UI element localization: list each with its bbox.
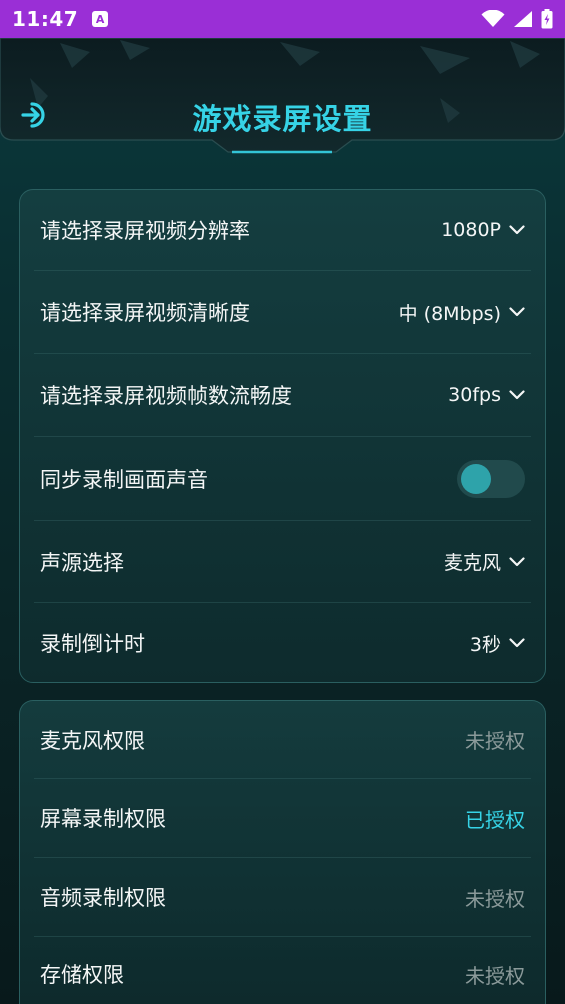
chevron-down-icon — [509, 307, 525, 317]
page-title: 游戏录屏设置 — [192, 102, 373, 136]
screen-permission-status[interactable]: 已授权 — [465, 804, 531, 833]
audio-source-value: 麦克风 — [443, 552, 501, 574]
resolution-row[interactable]: 请选择录屏视频分辨率 1080P — [34, 190, 531, 271]
permissions-card: 麦克风权限 未授权 屏幕录制权限 已授权 音频录制权限 未授权 存储权限 未授权 — [19, 700, 546, 1004]
framerate-dropdown[interactable]: 30fps — [448, 384, 531, 406]
battery-icon — [541, 9, 553, 29]
status-time: 11:47 — [12, 7, 79, 31]
permission-row-storage[interactable]: 存储权限 未授权 — [34, 937, 531, 1004]
screen-permission-label: 屏幕录制权限 — [40, 807, 166, 831]
sync-audio-row: 同步录制画面声音 — [34, 437, 531, 521]
toggle-knob — [461, 463, 491, 494]
permission-row-screen[interactable]: 屏幕录制权限 已授权 — [34, 779, 531, 858]
clarity-label: 请选择录屏视频清晰度 — [40, 301, 250, 325]
recording-settings-card: 请选择录屏视频分辨率 1080P 请选择录屏视频清晰度 中 (8Mbps) 请选… — [19, 189, 546, 683]
chevron-down-icon — [509, 638, 525, 648]
framerate-value: 30fps — [448, 384, 501, 406]
storage-permission-label: 存储权限 — [40, 963, 124, 987]
permission-row-audio[interactable]: 音频录制权限 未授权 — [34, 858, 531, 937]
notification-icon: A — [92, 11, 109, 27]
clarity-value: 中 (8Mbps) — [398, 302, 501, 325]
clarity-row[interactable]: 请选择录屏视频清晰度 中 (8Mbps) — [34, 271, 531, 354]
audio-permission-label: 音频录制权限 — [40, 886, 166, 910]
resolution-label: 请选择录屏视频分辨率 — [40, 219, 250, 243]
chevron-down-icon — [509, 390, 525, 400]
resolution-value: 1080P — [441, 219, 501, 241]
microphone-permission-label: 麦克风权限 — [40, 728, 145, 753]
resolution-dropdown[interactable]: 1080P — [441, 219, 531, 241]
status-icons — [481, 9, 553, 29]
countdown-label: 录制倒计时 — [40, 632, 145, 656]
framerate-row[interactable]: 请选择录屏视频帧数流畅度 30fps — [34, 354, 531, 437]
audio-source-dropdown[interactable]: 麦克风 — [444, 548, 531, 575]
audio-permission-status[interactable]: 未授权 — [465, 883, 531, 912]
permission-row-microphone[interactable]: 麦克风权限 未授权 — [34, 701, 531, 779]
chevron-down-icon — [509, 225, 525, 235]
storage-permission-status[interactable]: 未授权 — [465, 960, 531, 989]
countdown-value: 3秒 — [469, 633, 501, 656]
status-bar: 11:47 A — [0, 0, 565, 38]
clarity-dropdown[interactable]: 中 (8Mbps) — [399, 299, 531, 326]
countdown-dropdown[interactable]: 3秒 — [470, 630, 531, 657]
chevron-down-icon — [509, 556, 525, 566]
cellular-signal-icon — [514, 11, 532, 27]
microphone-permission-status[interactable]: 未授权 — [465, 725, 531, 754]
header: 游戏录屏设置 — [0, 38, 565, 156]
audio-source-label: 声源选择 — [40, 550, 124, 575]
sync-audio-label: 同步录制画面声音 — [40, 467, 208, 492]
wifi-icon — [481, 10, 505, 27]
framerate-label: 请选择录屏视频帧数流畅度 — [40, 384, 292, 408]
audio-source-row[interactable]: 声源选择 麦克风 — [34, 521, 531, 603]
countdown-row[interactable]: 录制倒计时 3秒 — [34, 603, 531, 682]
sync-audio-toggle[interactable] — [457, 459, 525, 498]
